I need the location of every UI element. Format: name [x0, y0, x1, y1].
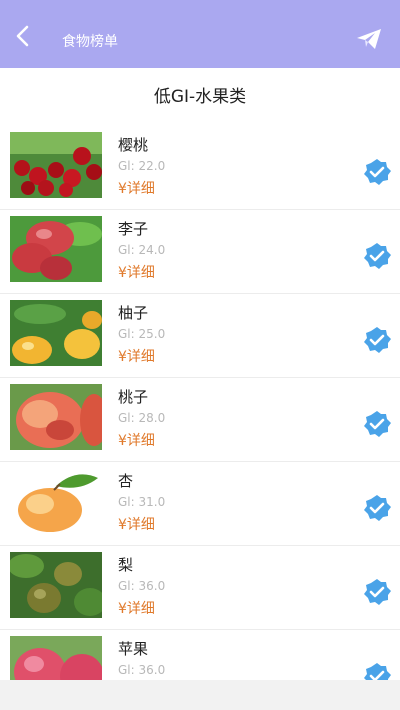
item-detail-link[interactable]: ¥详细 — [118, 598, 155, 618]
list-item[interactable]: 杏 Gl: 31.0 ¥详细 — [0, 462, 400, 546]
check-badge-icon[interactable] — [362, 662, 392, 680]
item-gi: Gl: 36.0 — [118, 663, 166, 677]
item-name: 苹果 — [118, 640, 149, 658]
item-gi: Gl: 36.0 — [118, 579, 166, 593]
item-gi: Gl: 28.0 — [118, 411, 166, 425]
item-name: 柚子 — [118, 304, 149, 322]
list-item[interactable]: 桃子 Gl: 28.0 ¥详细 — [0, 378, 400, 462]
list-item[interactable]: 樱桃 Gl: 22.0 ¥详细 — [0, 126, 400, 210]
item-name: 杏 — [118, 472, 134, 490]
check-badge-icon[interactable] — [362, 326, 392, 354]
bottom-bar — [0, 680, 400, 710]
pear-image — [10, 552, 102, 618]
check-badge-icon[interactable] — [362, 578, 392, 606]
list-item[interactable]: 梨 Gl: 36.0 ¥详细 — [0, 546, 400, 630]
page-title: 食物榜单 — [62, 34, 118, 50]
item-gi: Gl: 24.0 — [118, 243, 166, 257]
apricot-image — [10, 468, 102, 534]
item-name: 樱桃 — [118, 136, 149, 154]
plum-image — [10, 216, 102, 282]
list-item[interactable]: 李子 Gl: 24.0 ¥详细 — [0, 210, 400, 294]
cherry-image — [10, 132, 102, 198]
apple-image — [10, 636, 102, 680]
item-detail-link[interactable]: ¥详细 — [118, 514, 155, 534]
check-badge-icon[interactable] — [362, 410, 392, 438]
item-gi: Gl: 22.0 — [118, 159, 166, 173]
list-item[interactable]: 柚子 Gl: 25.0 ¥详细 — [0, 294, 400, 378]
paper-plane-icon[interactable] — [356, 28, 382, 50]
item-gi: Gl: 31.0 — [118, 495, 166, 509]
item-detail-link[interactable]: ¥详细 — [118, 262, 155, 282]
item-name: 梨 — [118, 556, 134, 574]
peach-image — [10, 384, 102, 450]
item-detail-link[interactable]: ¥详细 — [118, 178, 155, 198]
top-bar: 食物榜单 — [0, 0, 400, 68]
check-badge-icon[interactable] — [362, 158, 392, 186]
item-gi: Gl: 25.0 — [118, 327, 166, 341]
check-badge-icon[interactable] — [362, 242, 392, 270]
item-detail-link[interactable]: ¥详细 — [118, 430, 155, 450]
back-arrow-icon[interactable] — [12, 24, 36, 48]
food-list-panel: 低GI-水果类 樱桃 Gl: 22.0 ¥详细 李子 Gl: 24.0 ¥详细 … — [0, 68, 400, 680]
item-detail-link[interactable]: ¥详细 — [118, 346, 155, 366]
item-name: 桃子 — [118, 388, 149, 406]
list-item[interactable]: 苹果 Gl: 36.0 — [0, 630, 400, 680]
item-name: 李子 — [118, 220, 149, 238]
check-badge-icon[interactable] — [362, 494, 392, 522]
section-title: 低GI-水果类 — [153, 87, 247, 107]
pomelo-image — [10, 300, 102, 366]
